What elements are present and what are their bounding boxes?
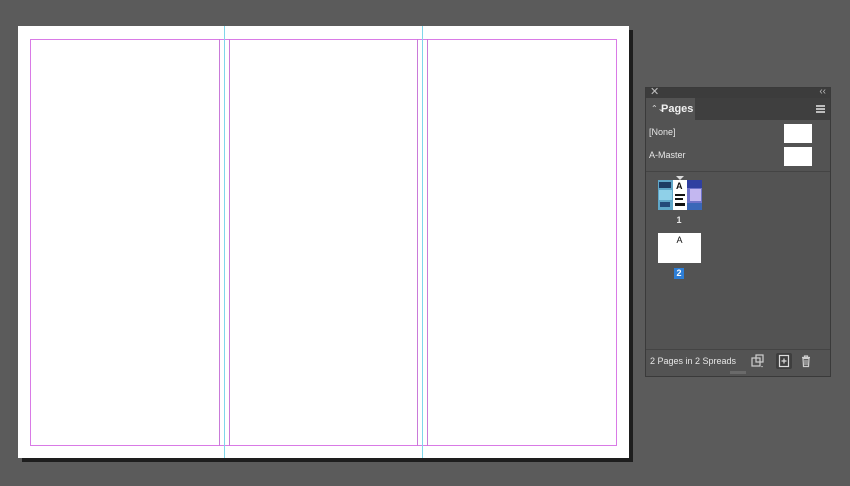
page-number[interactable]: 1: [674, 215, 684, 226]
master-thumbnail[interactable]: [784, 147, 812, 166]
panel-footer: 2 Pages in 2 Spreads: [646, 349, 830, 372]
master-label: [None]: [649, 127, 676, 137]
page-2-thumbnail[interactable]: A: [658, 233, 701, 263]
margin-guide: [30, 39, 617, 446]
panel-tab-strip: ⌃⌄ Pages: [646, 98, 830, 120]
column-gutter-line: [219, 39, 220, 446]
column-gutter-line: [427, 39, 428, 446]
pasteboard[interactable]: ✕ ‹‹ ⌃⌄ Pages [None] A-Master A 1 A 2 2 …: [0, 0, 850, 486]
master-thumbnail[interactable]: [784, 124, 812, 143]
master-letter: A: [676, 181, 683, 191]
column-gutter-line: [417, 39, 418, 446]
spread-left-panel: [658, 180, 673, 210]
spread-middle-panel: A: [673, 180, 687, 210]
document-page[interactable]: [18, 26, 629, 458]
tab-pages[interactable]: ⌃⌄ Pages: [646, 98, 695, 120]
column-guide[interactable]: [422, 26, 423, 458]
master-item-none[interactable]: [None]: [646, 122, 830, 144]
new-page-icon[interactable]: [776, 353, 792, 369]
master-letter: A: [676, 235, 683, 245]
column-gutter-line: [229, 39, 230, 446]
trash-icon[interactable]: [798, 353, 814, 369]
close-icon[interactable]: ✕: [650, 85, 659, 99]
master-item-a-master[interactable]: A-Master: [646, 145, 830, 167]
collapse-icon[interactable]: ‹‹: [819, 85, 826, 99]
panel-resize-handle[interactable]: [730, 371, 746, 374]
master-label: A-Master: [649, 150, 686, 160]
pages-status-text: 2 Pages in 2 Spreads: [650, 356, 737, 366]
edit-page-size-icon[interactable]: [750, 353, 766, 369]
panel-divider[interactable]: [646, 171, 830, 172]
pages-panel: ✕ ‹‹ ⌃⌄ Pages [None] A-Master A 1 A 2 2 …: [645, 85, 831, 377]
spread-right-panel: [687, 180, 702, 210]
column-guide[interactable]: [224, 26, 225, 458]
panel-menu-icon[interactable]: [816, 105, 825, 113]
page-1-thumbnail[interactable]: A: [658, 180, 702, 210]
page-number-selected[interactable]: 2: [674, 268, 684, 279]
tab-label: Pages: [661, 103, 694, 115]
panel-titlebar[interactable]: ✕ ‹‹: [646, 85, 830, 99]
